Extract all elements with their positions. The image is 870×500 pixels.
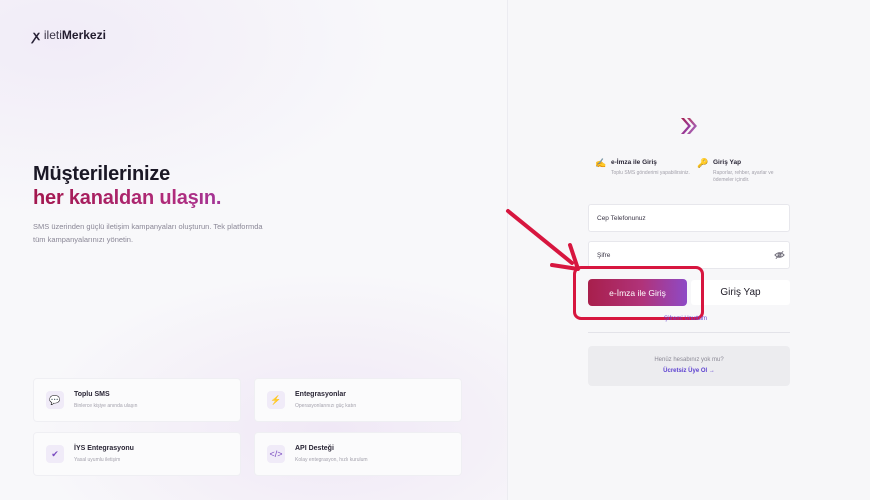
option-subtitle: Raporlar, rehber, ayarlar ve ödemeler iç…	[713, 170, 774, 183]
brand-name-bold: Merkezi	[61, 28, 106, 42]
option-title: e-İmza ile Giriş	[611, 159, 657, 166]
feature-title: Entegrasyonlar	[295, 391, 346, 398]
forgot-password-link[interactable]: Şifremi Unuttum	[664, 316, 707, 322]
feature-subtitle: Binlerce kişiye anında ulaşın	[74, 403, 138, 409]
signup-link[interactable]: Ücretsiz Üye Ol →	[588, 368, 790, 374]
signup-box: Henüz hesabınız yok mu? Ücretsiz Üye Ol …	[588, 346, 790, 386]
feature-card-iys: ✔ İYS Entegrasyonu Yasal uyumlu iletişim	[33, 432, 241, 476]
hero-title-line1: Müşterilerinize	[33, 163, 171, 185]
brand-name-light: ileti	[43, 28, 62, 42]
option-title: Giriş Yap	[713, 159, 742, 166]
login-button[interactable]: Giriş Yap	[691, 280, 790, 305]
brand-logo[interactable]: ꭗ ileti Merkezi	[33, 26, 106, 44]
feature-title: Toplu SMS	[74, 391, 110, 398]
phone-input[interactable]	[588, 204, 790, 232]
key-icon: 🔑	[697, 158, 709, 168]
brand-mark-icon: ꭗ	[33, 28, 40, 43]
sms-bubble-icon: 💬	[46, 391, 64, 409]
brand-logo-icon	[681, 118, 697, 134]
feature-subtitle: Kolay entegrasyon, hızlı kurulum	[295, 457, 368, 463]
feature-title: API Desteği	[295, 445, 334, 452]
hero-description: SMS üzerinden güçlü iletişim kampanyalar…	[33, 222, 263, 244]
password-input[interactable]	[588, 241, 790, 269]
divider	[588, 332, 790, 333]
feature-card-toplu-sms: 💬 Toplu SMS Binlerce kişiye anında ulaşı…	[33, 378, 241, 422]
annotation-arrow-icon	[506, 209, 580, 271]
feature-card-api: </> API Desteği Kolay entegrasyon, hızlı…	[254, 432, 462, 476]
hero-section: Müşterilerinize her kanaldan ulaşın. SMS…	[33, 162, 293, 246]
feature-subtitle: Operasyonlarınızı güç katın	[295, 403, 357, 409]
feature-card-entegrasyonlar: ⚡ Entegrasyonlar Operasyonlarınızı güç k…	[254, 378, 462, 422]
annotation-highlight-box	[573, 266, 704, 320]
hero-title-line2: her kanaldan ulaşın.	[33, 186, 293, 210]
option-subtitle: Toplu SMS gönderimi yapabilirsiniz.	[611, 170, 690, 176]
plug-icon: ⚡	[267, 391, 285, 409]
signup-question: Henüz hesabınız yok mu?	[654, 357, 724, 363]
marketing-panel: ꭗ ileti Merkezi Müşterilerinize her kanal…	[0, 0, 508, 500]
check-circle-icon: ✔	[46, 445, 64, 463]
feature-subtitle: Yasal uyumlu iletişim	[74, 457, 121, 463]
code-icon: </>	[267, 445, 285, 463]
signature-icon: ✍	[595, 158, 607, 168]
feature-title: İYS Entegrasyonu	[74, 445, 134, 452]
toggle-password-visibility-icon[interactable]	[774, 250, 785, 260]
